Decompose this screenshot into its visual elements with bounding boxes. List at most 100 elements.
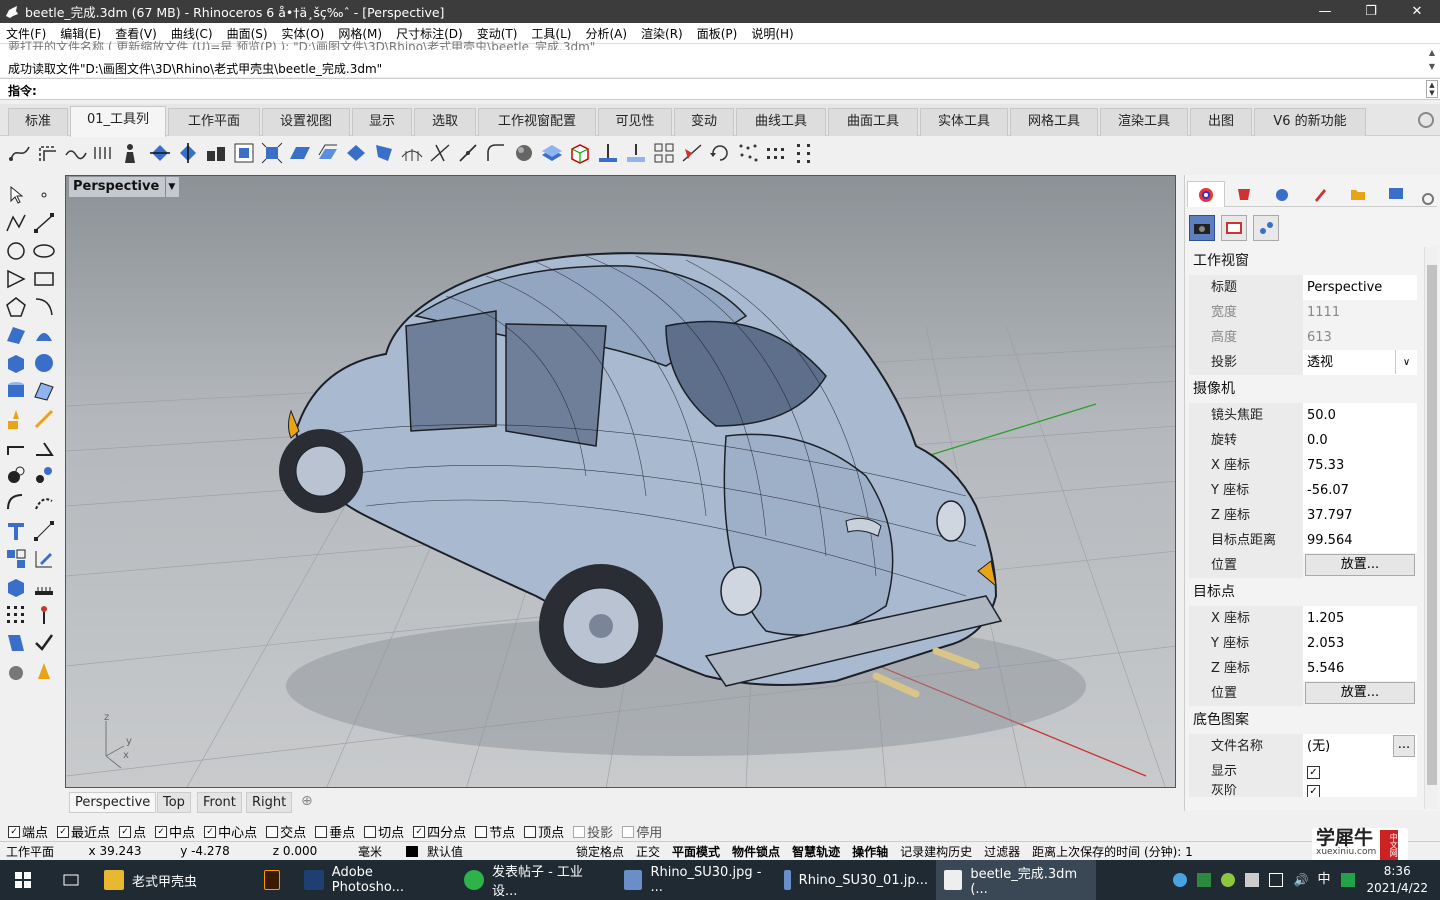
rotate-icon[interactable] [708, 141, 732, 165]
flow-along-surface-icon[interactable] [680, 141, 704, 165]
status-osnap[interactable]: 物件锁点 [726, 843, 786, 860]
viewport-title[interactable]: Perspective ▼ [69, 177, 180, 197]
osnap-near[interactable]: ✓ 最近点 [57, 822, 110, 841]
check-icon[interactable] [32, 631, 56, 655]
osnap-mid[interactable]: ✓ 中点 [155, 822, 195, 841]
tab-select[interactable]: 选取 [414, 108, 476, 136]
taskbar-item-explorer[interactable]: 老式甲壳虫 [96, 860, 256, 900]
osnap-checkbox[interactable]: ✓ [119, 825, 132, 838]
person-edit-icon[interactable] [120, 141, 144, 165]
taskbar-item-photoshop[interactable]: Adobe Photosho... [296, 860, 456, 900]
grid-dots-icon[interactable] [4, 603, 28, 627]
command-spinner[interactable]: ▲ ▼ [1426, 80, 1438, 98]
camera-icon[interactable] [1189, 215, 1215, 241]
status-ortho[interactable]: 正交 [630, 843, 666, 860]
copy-icon[interactable] [32, 435, 56, 459]
prop-cam-x-value[interactable]: 75.33 [1303, 452, 1417, 478]
polygon-icon[interactable] [4, 295, 28, 319]
offset-curve-icon[interactable] [36, 141, 60, 165]
ime-icon[interactable]: 中 [1317, 873, 1331, 887]
point-column-icon[interactable] [792, 141, 816, 165]
osnap-checkbox[interactable]: ✓ [413, 825, 426, 838]
mesh-icon[interactable] [32, 379, 56, 403]
tab-visibility[interactable]: 可见性 [598, 108, 672, 136]
color-wheel-icon[interactable] [1187, 181, 1225, 207]
point-grid-icon[interactable] [764, 141, 788, 165]
viewport-tab-top[interactable]: Top [157, 792, 191, 813]
brush-icon[interactable] [1301, 181, 1339, 207]
revolve-icon[interactable] [32, 323, 56, 347]
point-icon[interactable] [32, 183, 56, 207]
project-icon[interactable] [624, 141, 648, 165]
render-box-icon[interactable] [4, 575, 28, 599]
restore-button[interactable]: ❐ [1348, 0, 1394, 23]
text-icon[interactable] [4, 519, 28, 543]
array-icon[interactable] [652, 141, 676, 165]
status-layer[interactable]: 默认值 [400, 843, 570, 860]
loft-icon[interactable] [344, 141, 368, 165]
status-grid-snap[interactable]: 锁定格点 [570, 843, 630, 860]
osnap-checkbox[interactable] [475, 825, 488, 838]
viewport-tab-front[interactable]: Front [197, 792, 242, 813]
osnap-intersection[interactable]: 交点 [266, 822, 306, 841]
panel-scroll-thumb[interactable] [1427, 265, 1437, 785]
prop-lens-value[interactable]: 50.0 [1303, 402, 1417, 428]
status-gumball[interactable]: 操作轴 [846, 843, 894, 860]
solid-box-icon[interactable] [4, 351, 28, 375]
rotate3d-icon[interactable] [4, 463, 28, 487]
mirror-icon[interactable] [4, 491, 28, 515]
tab-surface-tools[interactable]: 曲面工具 [828, 108, 918, 136]
osnap-checkbox[interactable]: ✓ [57, 825, 70, 838]
osnap-point[interactable]: ✓ 点 [119, 822, 146, 841]
osnap-checkbox[interactable]: ✓ [155, 825, 168, 838]
tray-plus-icon[interactable] [1221, 873, 1236, 887]
tab-transform[interactable]: 变动 [674, 108, 734, 136]
block-icon[interactable] [4, 547, 28, 571]
command-history[interactable]: 要打开的文件名称 ( 更新缩放文件 (U)=是 预览(P) ): "D:\画图文… [0, 40, 1440, 77]
chevron-down-icon[interactable]: ∨ [1395, 349, 1417, 374]
camera-place-button[interactable]: 放置... [1305, 554, 1415, 576]
tray-app-icon[interactable] [1173, 873, 1188, 887]
ellipse-icon[interactable] [32, 239, 56, 263]
gear-icon[interactable] [1418, 112, 1434, 128]
tab-mesh-tools[interactable]: 网格工具 [1010, 108, 1098, 136]
status-planar[interactable]: 平面模式 [666, 843, 726, 860]
tab-v6-new[interactable]: V6 的新功能 [1254, 108, 1366, 136]
osnap-disable[interactable]: 停用 [622, 822, 662, 841]
trim-icon[interactable] [176, 141, 200, 165]
environment-icon[interactable] [1263, 181, 1301, 207]
command-input[interactable] [40, 81, 1410, 97]
tab-curve-tools[interactable]: 曲线工具 [736, 108, 826, 136]
taskbar-item-image2[interactable]: Rhino_SU30_01.jp... [776, 860, 936, 900]
osnap-vertex[interactable]: 顶点 [524, 822, 564, 841]
curve-from-object-icon[interactable] [8, 141, 32, 165]
solid-sphere-icon[interactable] [32, 351, 56, 375]
osnap-checkbox[interactable] [573, 825, 586, 838]
osnap-end[interactable]: ✓ 端点 [8, 822, 48, 841]
taskbar-item-rhino[interactable]: beetle_完成.3dm (... [936, 860, 1096, 900]
show-checkbox[interactable]: ✓ [1307, 765, 1320, 779]
tray-security-icon[interactable] [1245, 873, 1260, 887]
status-filter[interactable]: 过滤器 [978, 843, 1026, 860]
scatter-points-icon[interactable] [736, 141, 760, 165]
plane-surface-icon[interactable] [288, 141, 312, 165]
prop-filename-field[interactable]: (无)... [1303, 733, 1417, 759]
history-scroll[interactable]: ▲ ▼ [1426, 46, 1438, 76]
osnap-checkbox[interactable]: ✓ [204, 825, 217, 838]
light-icon[interactable] [32, 659, 56, 683]
prop-tgt-y-value[interactable]: 2.053 [1303, 630, 1417, 656]
start-button[interactable] [0, 860, 46, 900]
osnap-perp[interactable]: 垂点 [315, 822, 355, 841]
task-view-button[interactable] [46, 860, 96, 900]
tab-cplanes[interactable]: 工作平面 [168, 108, 260, 136]
osnap-tangent[interactable]: 切点 [364, 822, 404, 841]
minimize-button[interactable]: — [1302, 0, 1348, 23]
material-icon[interactable] [4, 659, 28, 683]
tray-s-icon[interactable] [1341, 873, 1356, 887]
taskbar-clock[interactable]: 8:36 2021/4/22 [1366, 863, 1428, 897]
chevron-down-icon[interactable]: ▼ [165, 177, 177, 197]
browse-button[interactable]: ... [1393, 734, 1415, 757]
network-surface-icon[interactable] [400, 141, 424, 165]
rebuild-curve-icon[interactable] [92, 141, 116, 165]
taskbar-item-browser[interactable]: 发表帖子 - 工业设... [456, 860, 616, 900]
